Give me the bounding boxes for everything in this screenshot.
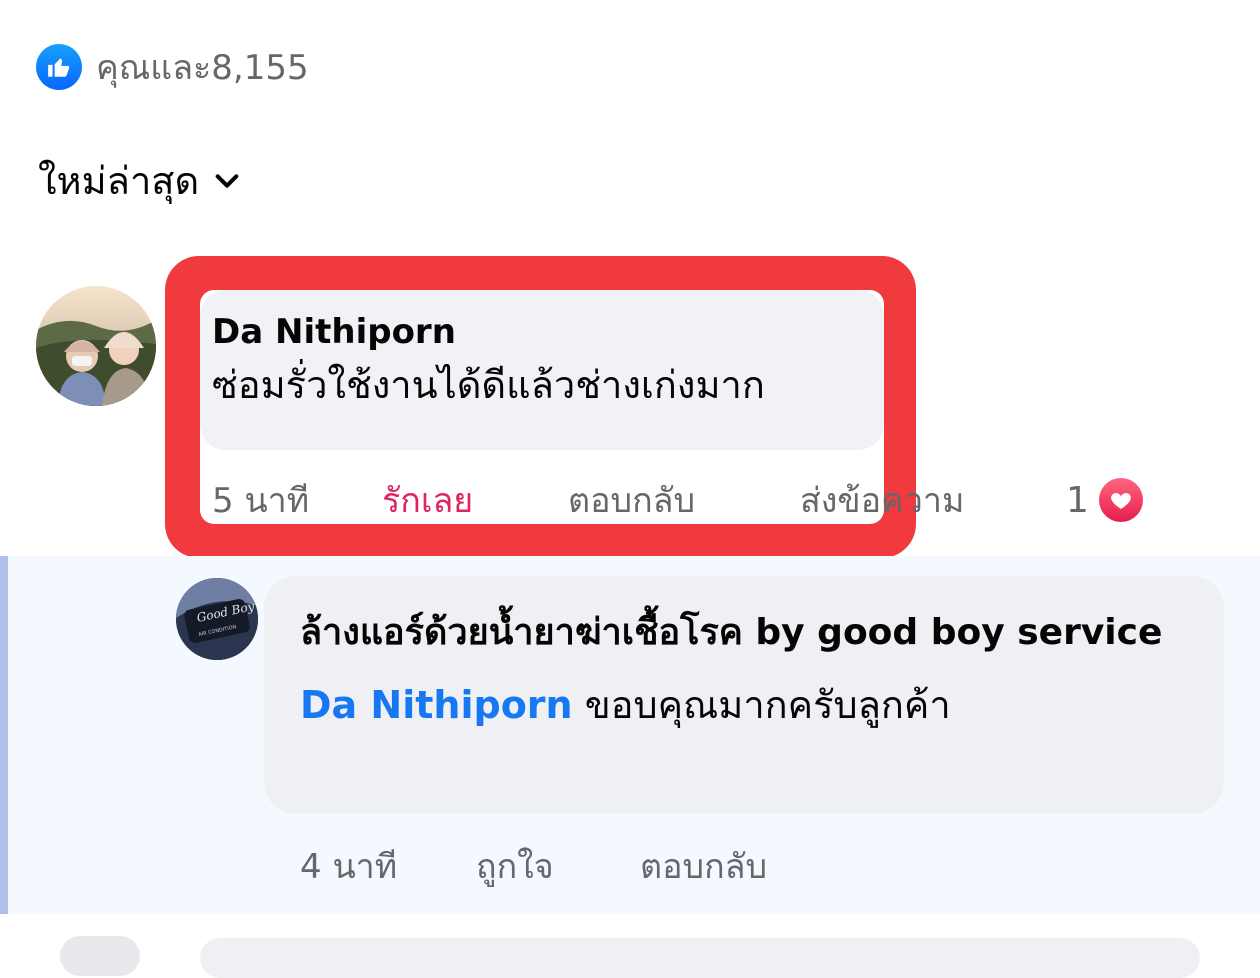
thread-indicator [0,556,8,914]
comment-text: ซ่อมรั่วใช้งานได้ดีแล้วช่างเก่งมาก [212,363,765,407]
heart-icon [1098,478,1143,522]
reply-actions: 4 นาที ถูกใจ ตอบกลับ [300,836,767,896]
reactions-count-text: คุณและ8,155 [96,48,309,88]
mention-link[interactable]: Da Nithiporn [300,683,573,727]
next-comment-avatar[interactable] [60,936,140,976]
reply-text: ขอบคุณมากครับลูกค้า [584,683,951,727]
sort-selector[interactable]: ใหม่ล่าสุด [38,150,241,211]
sort-label: ใหม่ล่าสุด [38,159,200,203]
reaction-count-number: 1 [1066,479,1089,521]
comment-author[interactable]: Da Nithiporn [212,310,884,354]
like-button[interactable]: ถูกใจ [476,839,640,893]
reply-bubble[interactable]: ล้างแอร์ด้วยน้ำยาฆ่าเชื้อโรค by good boy… [264,576,1224,814]
like-icon [36,44,82,90]
comment-reaction-count[interactable]: 1 [1066,472,1143,528]
page-avatar[interactable]: Good Boy AIR CONDITION [176,578,258,660]
reply-author[interactable]: ล้างแอร์ด้วยน้ำยาฆ่าเชื้อโรค by good boy… [300,600,1194,666]
reply-timestamp[interactable]: 4 นาที [300,839,476,893]
chevron-down-icon [215,173,239,188]
send-message-button[interactable]: ส่งข้อความ [800,473,964,527]
comment-timestamp[interactable]: 5 นาที [212,473,382,527]
reactions-summary[interactable]: คุณและ8,155 [36,42,309,92]
comment-bubble[interactable]: Da Nithiporn ซ่อมรั่วใช้งานได้ดีแล้วช่าง… [200,290,884,450]
next-comment-bubble[interactable] [200,938,1200,978]
reply-to-reply-button[interactable]: ตอบกลับ [640,839,767,893]
reply-button[interactable]: ตอบกลับ [568,473,800,527]
comment-actions: 5 นาที รักเลย ตอบกลับ ส่งข้อความ [212,472,964,528]
reply-text-line: Da Nithiporn ขอบคุณมากครับลูกค้า [300,670,1194,740]
love-button[interactable]: รักเลย [382,473,568,527]
avatar[interactable] [36,286,156,406]
